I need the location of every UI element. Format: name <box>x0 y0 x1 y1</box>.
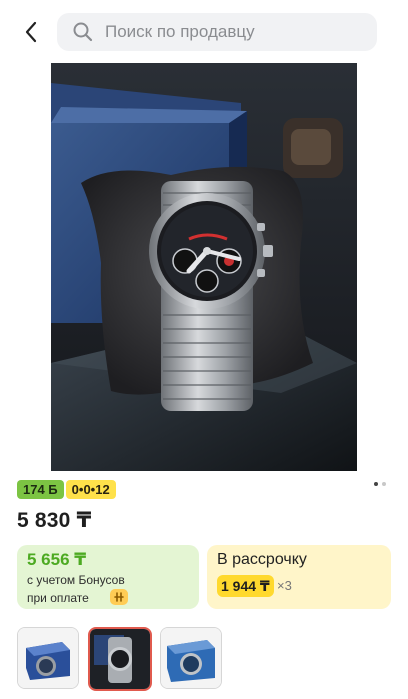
product-price: 5 830 ₸ <box>17 509 92 532</box>
search-input[interactable]: Поиск по продавцу <box>57 13 377 51</box>
back-button[interactable] <box>14 14 48 50</box>
top-bar: Поиск по продавцу <box>0 0 408 64</box>
bonus-price-caption-line2: при оплате <box>27 591 89 605</box>
badges-row: 174 Б 0•0•12 <box>17 480 116 499</box>
bonus-price-card[interactable]: 5 656 ₸ с учетом Бонусов при оплате <box>17 545 199 609</box>
search-placeholder: Поиск по продавцу <box>105 22 255 41</box>
installment-amount: 1 944 ₸ <box>217 575 274 597</box>
search-icon <box>73 22 93 42</box>
installment-badge: 0•0•12 <box>65 480 116 499</box>
thumbnail-2[interactable] <box>88 627 152 691</box>
bonus-coin-icon <box>110 589 128 605</box>
product-image[interactable] <box>51 63 357 471</box>
carousel-dot-active <box>374 482 378 486</box>
installment-title: В рассрочку <box>217 551 307 568</box>
thumbnail-3[interactable] <box>160 627 222 689</box>
product-photo-illustration <box>51 63 357 471</box>
installment-multiplier: ×3 <box>277 578 292 593</box>
bonus-points-badge: 174 Б <box>17 480 64 499</box>
bonus-price-amount: 5 656 ₸ <box>27 550 87 569</box>
installment-card[interactable]: В рассрочку 1 944 ₸ ×3 <box>207 545 391 609</box>
thumbnail-1[interactable] <box>17 627 79 689</box>
bonus-price-caption-line1: с учетом Бонусов <box>27 573 125 587</box>
carousel-dot <box>382 482 386 486</box>
carousel-indicator <box>372 480 392 488</box>
chevron-left-icon <box>25 21 37 43</box>
